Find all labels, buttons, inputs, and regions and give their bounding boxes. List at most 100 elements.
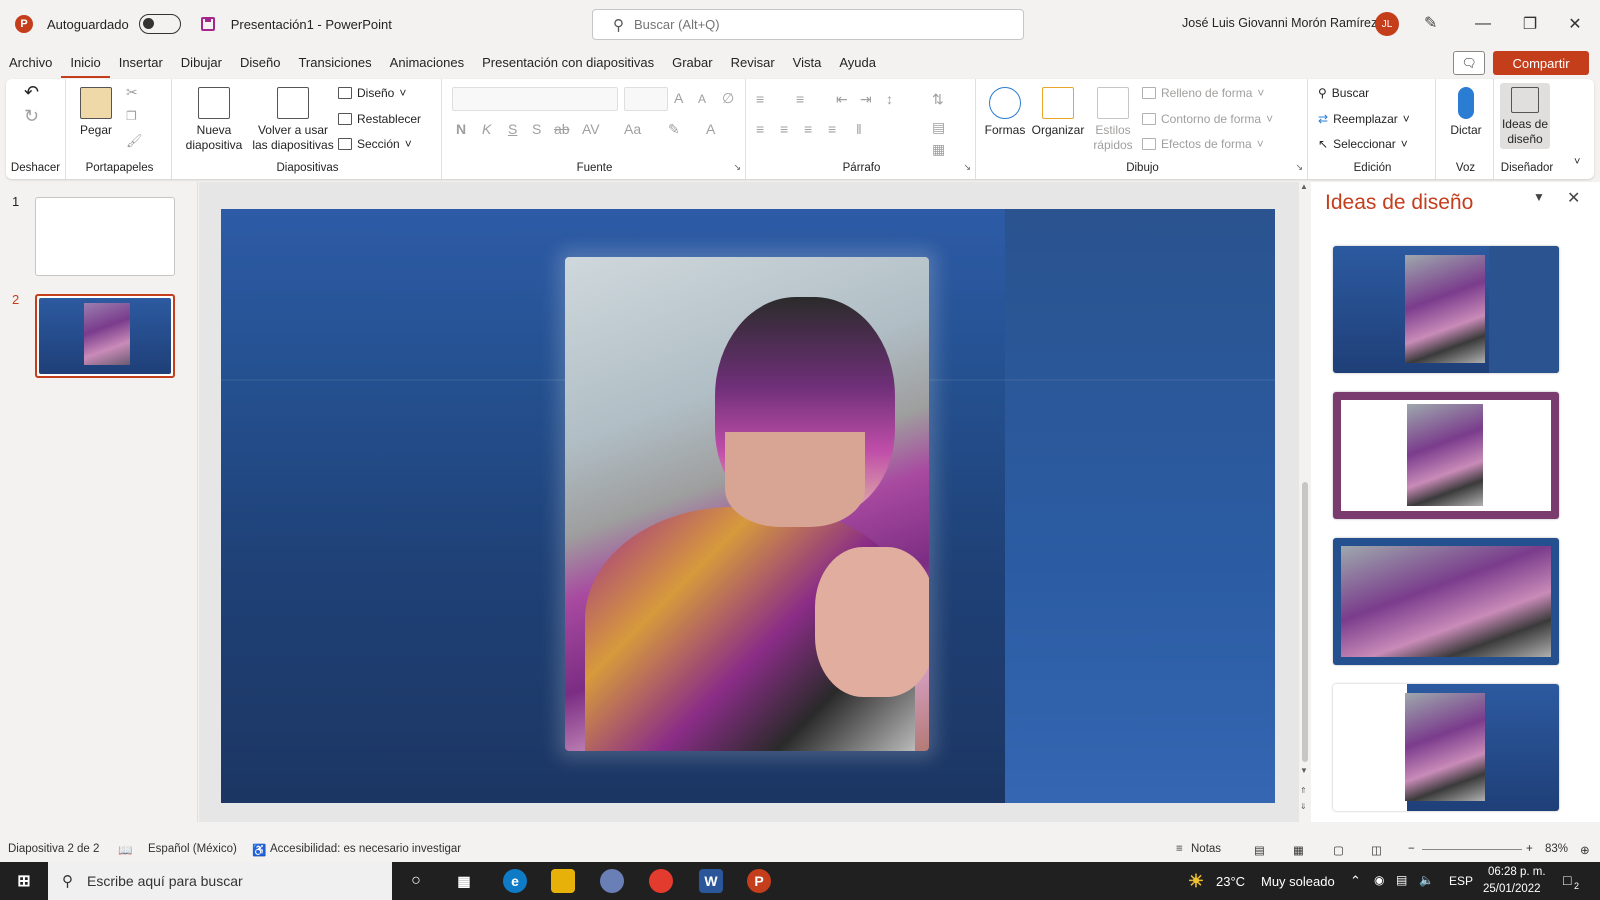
prev-slide-icon[interactable]: ⇑	[1300, 786, 1307, 795]
font-color-icon[interactable]: A	[706, 121, 715, 137]
avatar[interactable]: JL	[1375, 12, 1399, 36]
grow-font-icon[interactable]: A	[674, 90, 683, 106]
word-icon[interactable]: W	[699, 869, 723, 893]
tab-inicio[interactable]: Inicio	[61, 48, 110, 78]
tab-insertar[interactable]: Insertar	[110, 48, 172, 78]
slide-sorter-icon[interactable]: ▦	[1293, 843, 1304, 857]
editor-scrollbar[interactable]: ▲ ▼ ⇑ ⇓	[1299, 182, 1311, 822]
slide-thumbnail-2[interactable]	[35, 294, 175, 378]
clock-date[interactable]: 25/01/2022	[1483, 883, 1541, 895]
tab-dibujar[interactable]: Dibujar	[172, 48, 231, 78]
dictate-button[interactable]: Dictar	[1442, 87, 1490, 138]
notifications-icon[interactable]: □	[1563, 872, 1571, 888]
clock-time[interactable]: 06:28 p. m.	[1488, 866, 1546, 878]
minimize-button[interactable]: —	[1468, 10, 1498, 38]
volume-icon[interactable]: 🔈	[1419, 873, 1434, 887]
format-painter-icon[interactable]: 🖌	[126, 133, 143, 148]
find-button[interactable]: ⚲ Buscar	[1318, 86, 1369, 100]
scroll-up-icon[interactable]: ▲	[1300, 182, 1308, 191]
pen-icon[interactable]: ✎	[1424, 13, 1437, 33]
language-status[interactable]: Español (México)	[148, 843, 237, 855]
cut-icon[interactable]: ✂	[126, 85, 138, 100]
shape-effects-button[interactable]: Efectos de forma ˅	[1142, 137, 1264, 151]
copy-icon[interactable]: ❐	[126, 109, 137, 124]
tab-diseno[interactable]: Diseño	[231, 48, 289, 78]
line-spacing-icon[interactable]: ↕	[886, 91, 893, 107]
font-size-select[interactable]	[624, 87, 668, 111]
reuse-slides-button[interactable]: Volver a usar las diapositivas	[252, 87, 334, 153]
increase-indent-icon[interactable]: ⇥	[860, 91, 872, 108]
design-idea-3[interactable]	[1333, 538, 1559, 665]
tab-archivo[interactable]: Archivo	[0, 48, 61, 78]
sync-icon[interactable]: ◉	[1374, 873, 1384, 887]
layout-button[interactable]: Diseño ˅	[338, 86, 406, 100]
slide-photo[interactable]	[565, 257, 929, 751]
slideshow-icon[interactable]: ◫	[1371, 843, 1382, 857]
tab-transiciones[interactable]: Transiciones	[289, 48, 380, 78]
restore-button[interactable]: ❐	[1515, 10, 1545, 38]
design-idea-1[interactable]	[1333, 246, 1559, 373]
section-button[interactable]: Sección ˅	[338, 137, 412, 151]
quick-styles-button[interactable]: Estilos rápidos	[1090, 87, 1136, 153]
reset-button[interactable]: Restablecer	[338, 112, 421, 126]
search-input[interactable]	[634, 17, 994, 32]
replace-button[interactable]: ⇄ Reemplazar ˅	[1318, 112, 1410, 126]
chrome-icon[interactable]	[649, 869, 673, 893]
collapse-ribbon-icon[interactable]: ˅	[1574, 155, 1580, 170]
numbering-icon[interactable]: ≡	[796, 91, 804, 107]
zoom-out-icon[interactable]: −	[1408, 843, 1415, 855]
powerpoint-icon[interactable]: P	[747, 869, 771, 893]
align-center-icon[interactable]: ≡	[780, 121, 788, 137]
shape-fill-button[interactable]: Relleno de forma ˅	[1142, 86, 1264, 100]
paint-icon[interactable]	[600, 869, 624, 893]
align-left-icon[interactable]: ≡	[756, 121, 764, 137]
shape-outline-button[interactable]: Contorno de forma ˅	[1142, 112, 1273, 126]
pane-options-icon[interactable]: ▼	[1533, 190, 1545, 204]
weather-desc[interactable]: Muy soleado	[1261, 874, 1335, 889]
design-idea-4[interactable]	[1333, 684, 1559, 811]
char-spacing-button[interactable]: AV	[582, 121, 600, 137]
undo-icon[interactable]: ↶	[24, 83, 39, 101]
align-text-icon[interactable]: ▤	[932, 119, 945, 136]
cortana-icon[interactable]: ○	[404, 869, 428, 893]
task-view-icon[interactable]: ▦	[452, 869, 476, 893]
decrease-indent-icon[interactable]: ⇤	[836, 91, 848, 108]
save-icon[interactable]	[200, 17, 215, 31]
weather-temp[interactable]: 23°C	[1216, 874, 1245, 889]
fit-slide-icon[interactable]: ⊕	[1580, 843, 1590, 857]
align-right-icon[interactable]: ≡	[804, 121, 812, 137]
close-window-button[interactable]: ✕	[1560, 10, 1590, 38]
search-box[interactable]: ⚲	[592, 9, 1024, 40]
share-button[interactable]: Compartir	[1493, 51, 1589, 75]
spellcheck-icon[interactable]: 📖	[118, 843, 132, 857]
dialog-launcher-icon[interactable]: ↘	[963, 162, 971, 173]
shadow-button[interactable]: S	[532, 121, 541, 137]
tab-grabar[interactable]: Grabar	[663, 48, 721, 78]
user-name[interactable]: José Luis Giovanni Morón Ramírez	[1182, 16, 1377, 30]
shapes-button[interactable]: Formas	[982, 87, 1028, 138]
next-slide-icon[interactable]: ⇓	[1300, 802, 1307, 811]
tab-presentacion[interactable]: Presentación con diapositivas	[473, 48, 663, 78]
chevron-up-icon[interactable]: ⌃	[1350, 873, 1361, 889]
shrink-font-icon[interactable]: A	[698, 92, 706, 106]
weather-icon[interactable]: ☀	[1184, 869, 1208, 893]
zoom-slider[interactable]	[1422, 849, 1522, 850]
windows-start-icon[interactable]: ⊞	[12, 869, 36, 893]
smartart-icon[interactable]: ▦	[932, 141, 945, 158]
strikethrough-button[interactable]: ab	[554, 121, 570, 137]
highlight-icon[interactable]: ✎	[668, 121, 680, 138]
zoom-level[interactable]: 83%	[1545, 843, 1568, 855]
new-slide-button[interactable]: Nueva diapositiva	[178, 87, 250, 153]
dialog-launcher-icon[interactable]: ↘	[1295, 162, 1303, 173]
text-direction-icon[interactable]: ⇅	[932, 91, 944, 108]
slide-canvas[interactable]	[221, 209, 1275, 803]
normal-view-icon[interactable]: ▤	[1254, 843, 1265, 857]
bullets-icon[interactable]: ≡	[756, 91, 764, 107]
clear-format-icon[interactable]: ∅	[722, 90, 734, 107]
autosave-toggle[interactable]	[138, 14, 181, 34]
comments-button[interactable]: 🗨	[1453, 51, 1485, 75]
notes-button[interactable]: Notas	[1191, 843, 1221, 855]
taskbar-search[interactable]: ⚲ Escribe aquí para buscar	[48, 862, 392, 900]
underline-button[interactable]: S	[508, 121, 517, 137]
file-explorer-icon[interactable]	[551, 869, 575, 893]
